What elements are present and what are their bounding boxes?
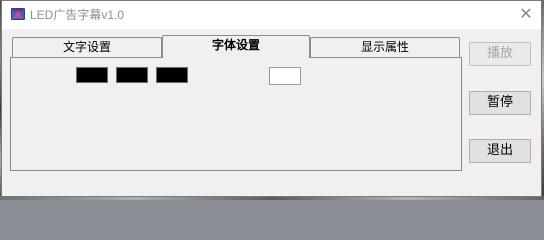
tab-label: 显示属性 <box>360 40 409 54</box>
tab-font-settings[interactable]: 字体设置 <box>162 35 310 58</box>
exit-button[interactable]: 退出 <box>469 139 531 163</box>
tab-label: 字体设置 <box>211 38 260 52</box>
title-bar[interactable]: LED广告字幕v1.0 ✕ <box>2 1 541 29</box>
window-title: LED广告字幕v1.0 <box>30 8 125 22</box>
play-button[interactable]: 播放 <box>469 42 531 66</box>
tab-text-settings[interactable]: 文字设置 <box>12 37 162 57</box>
app-icon <box>11 8 25 20</box>
tab-label: 文字设置 <box>62 40 111 54</box>
tab-bar: 文字设置 字体设置 显示属性 <box>10 35 462 59</box>
pause-button[interactable]: 暂停 <box>469 91 531 115</box>
app-window: LED广告字幕v1.0 ✕ 文字设置 字体设置 显示属性 播放 暂停 退出 <box>1 0 542 197</box>
close-icon: ✕ <box>519 4 533 23</box>
preview-color-box[interactable] <box>269 67 301 85</box>
exit-label: 退出 <box>486 143 513 158</box>
close-button[interactable]: ✕ <box>514 3 538 25</box>
color-swatch-2[interactable] <box>116 67 148 83</box>
pause-label: 暂停 <box>486 95 513 110</box>
play-label: 播放 <box>486 46 513 61</box>
color-swatch-1[interactable] <box>76 67 108 83</box>
color-swatch-3[interactable] <box>156 67 188 83</box>
tab-display-properties[interactable]: 显示属性 <box>310 37 460 57</box>
